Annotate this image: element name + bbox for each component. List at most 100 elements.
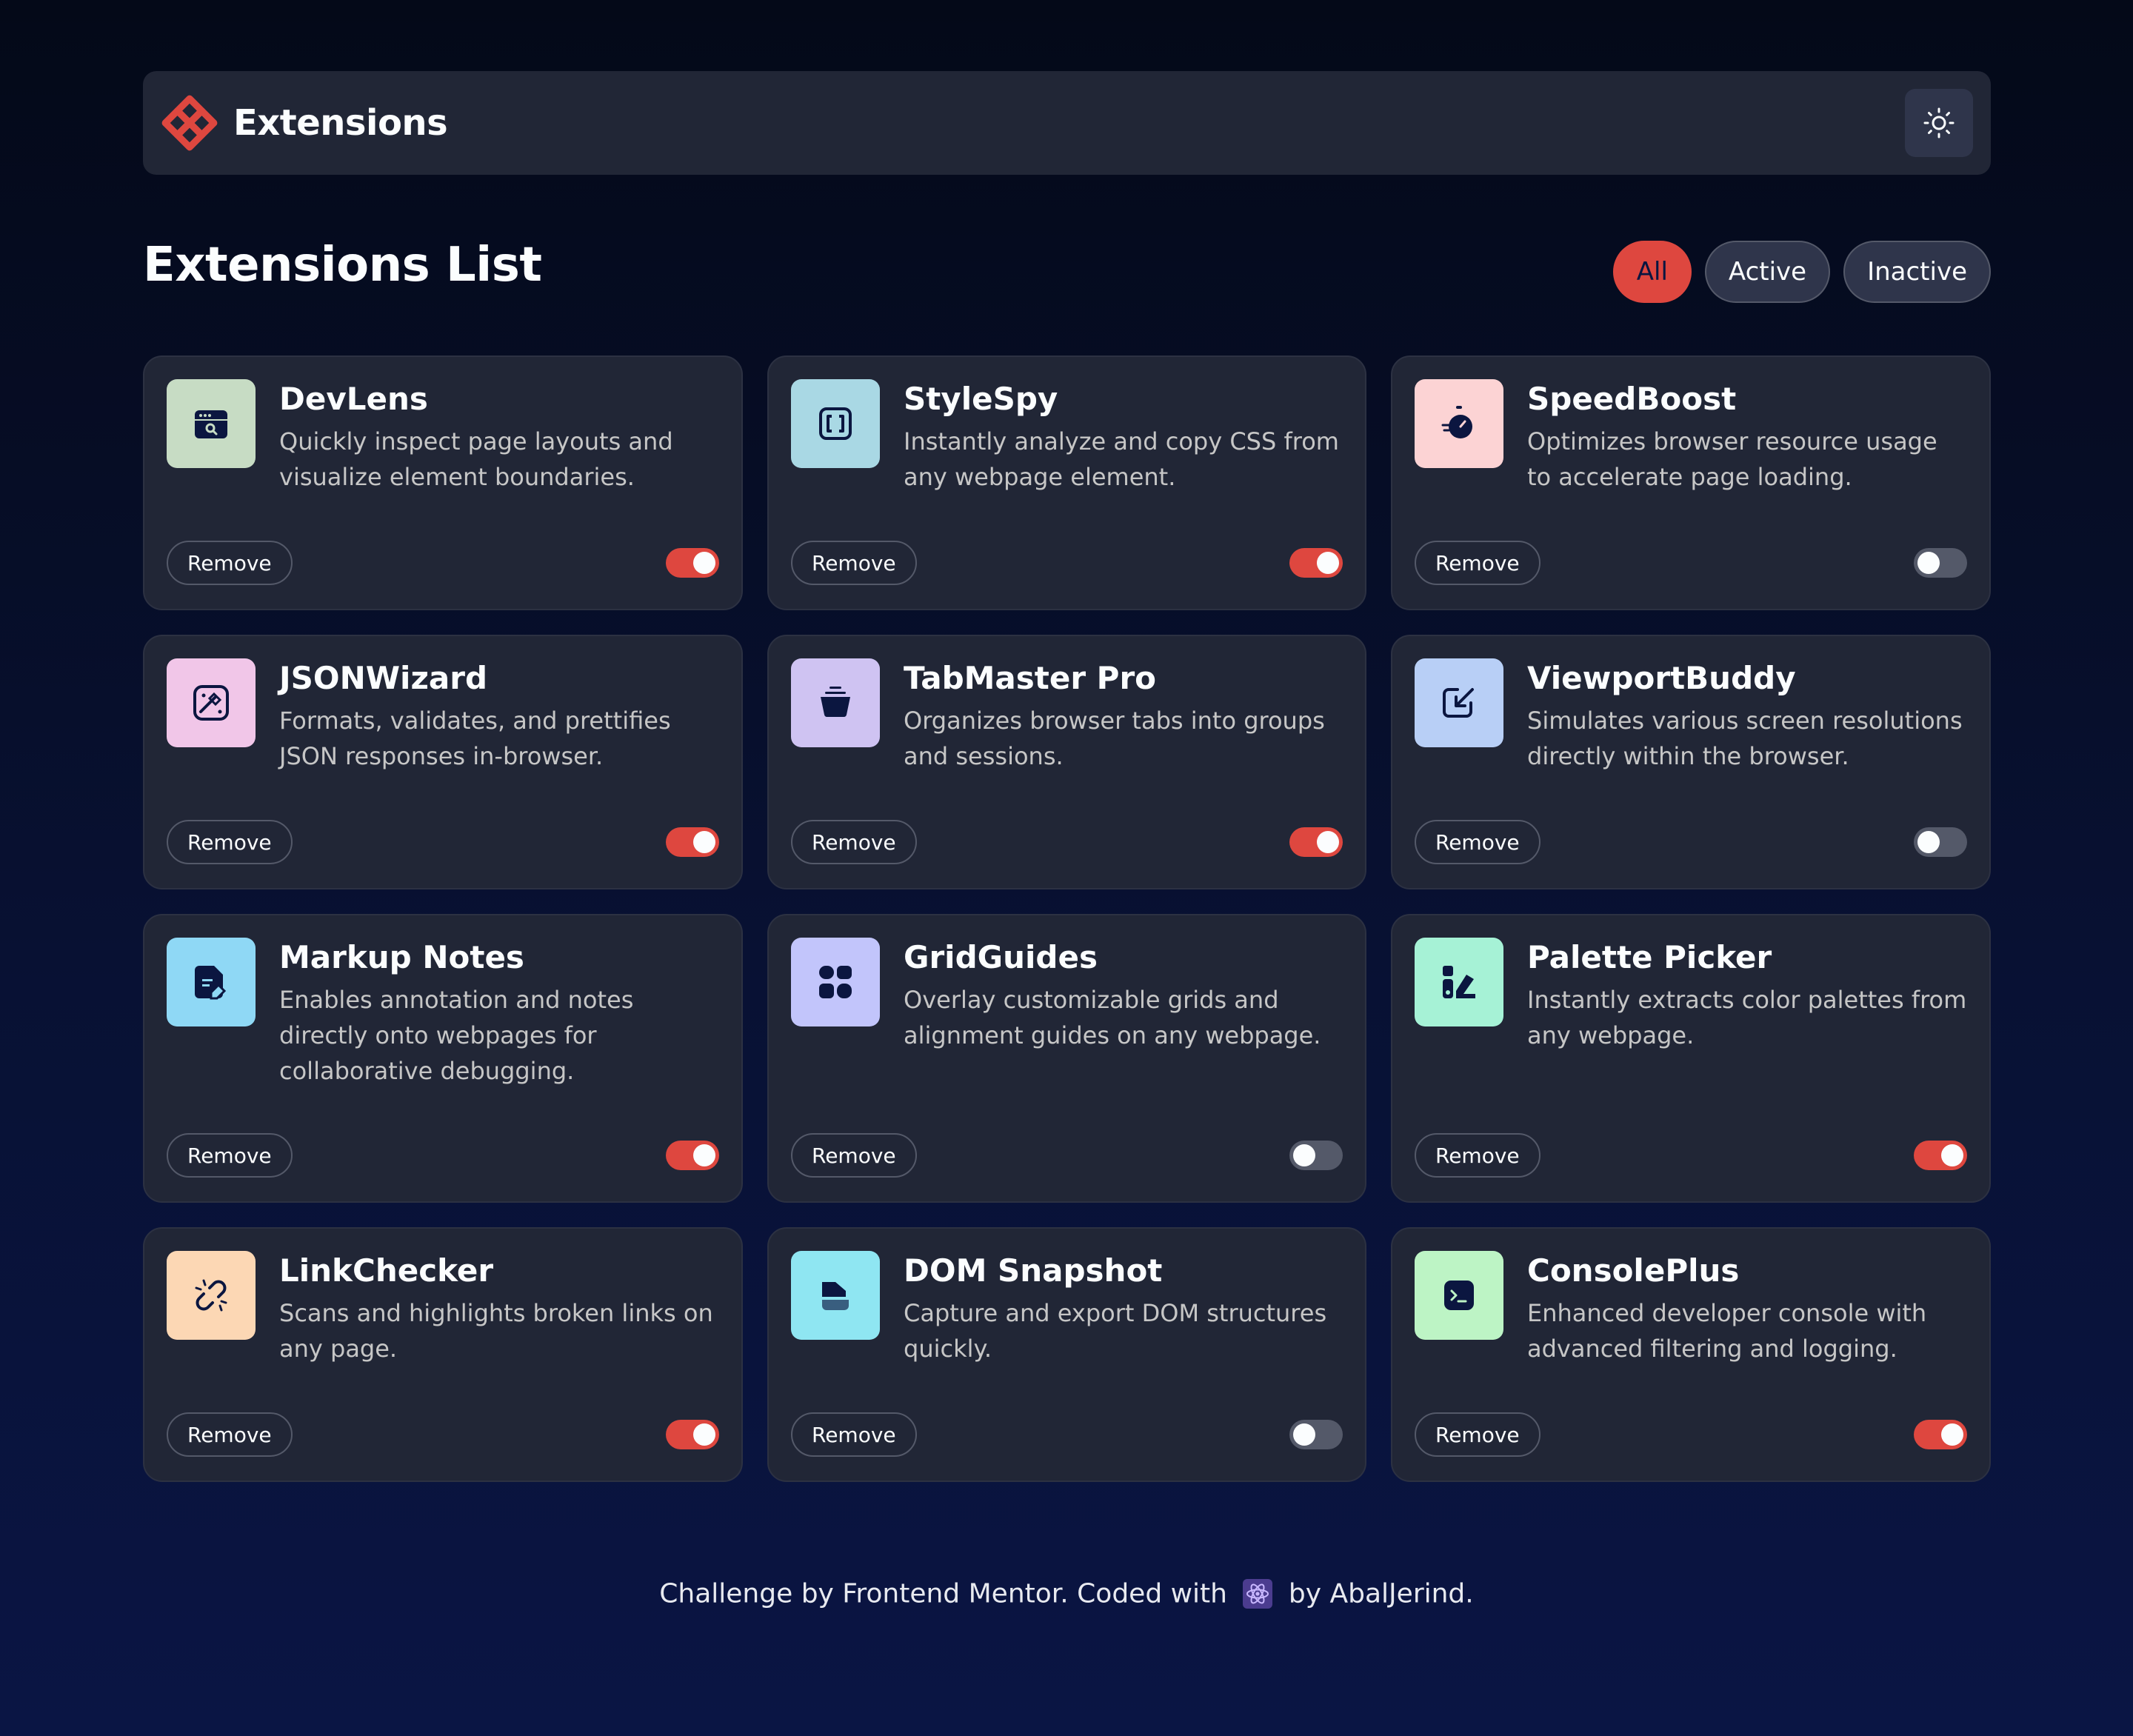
extension-icon-tile bbox=[167, 1251, 256, 1340]
extension-toggle[interactable] bbox=[1289, 1141, 1343, 1170]
extension-description: Formats, validates, and prettifies JSON … bbox=[279, 707, 671, 770]
extension-name: LinkChecker bbox=[279, 1252, 494, 1289]
toggle-knob bbox=[1317, 552, 1339, 574]
extension-name: DevLens bbox=[279, 381, 428, 417]
extension-toggle[interactable] bbox=[1914, 1420, 1967, 1449]
extension-name: Markup Notes bbox=[279, 939, 524, 975]
stack-icon bbox=[821, 687, 850, 718]
extension-description: Overlay customizable grids and alignment… bbox=[904, 986, 1321, 1049]
extension-icon-tile bbox=[167, 938, 256, 1026]
toggle-knob bbox=[1917, 552, 1940, 574]
toggle-knob bbox=[1317, 831, 1339, 853]
extension-card: JSONWizard Formats, validates, and pretti… bbox=[143, 635, 743, 889]
extension-description: Quickly inspect page layouts and visuali… bbox=[279, 427, 673, 491]
toggle-knob bbox=[1917, 831, 1940, 853]
extension-description: Optimizes browser resource usage to acce… bbox=[1527, 427, 1937, 491]
extension-toggle[interactable] bbox=[666, 1420, 719, 1449]
snapshot-icon bbox=[822, 1282, 849, 1310]
extension-description: Capture and export DOM structures quickl… bbox=[904, 1299, 1327, 1363]
extension-toggle[interactable] bbox=[1914, 827, 1967, 857]
remove-button[interactable]: Remove bbox=[791, 820, 917, 864]
header-bar: Extensions bbox=[143, 71, 1991, 175]
toggle-knob bbox=[1941, 1144, 1963, 1166]
extension-name: GridGuides bbox=[904, 939, 1098, 975]
remove-button[interactable]: Remove bbox=[791, 541, 917, 585]
extension-card: ViewportBuddy Simulates various screen re… bbox=[1391, 635, 1991, 889]
extension-toggle[interactable] bbox=[666, 1141, 719, 1170]
brand: Extensions bbox=[159, 93, 448, 153]
extension-name: ViewportBuddy bbox=[1527, 660, 1796, 696]
brackets-icon bbox=[819, 407, 852, 440]
react-icon bbox=[1243, 1579, 1273, 1609]
extension-card: SpeedBoost Optimizes browser resource usa… bbox=[1391, 355, 1991, 610]
extension-name: Palette Picker bbox=[1527, 939, 1772, 975]
extension-icon-tile bbox=[1415, 658, 1503, 747]
stopwatch-icon bbox=[1441, 406, 1472, 438]
resize-arrow-icon bbox=[1443, 688, 1474, 718]
extension-name: StyleSpy bbox=[904, 381, 1058, 417]
extension-description: Enhanced developer console with advanced… bbox=[1527, 1299, 1927, 1363]
theme-toggle-button[interactable] bbox=[1905, 89, 1973, 157]
extension-card: TabMaster Pro Organizes browser tabs into… bbox=[767, 635, 1366, 889]
footer-text-after: by AbalJerind. bbox=[1288, 1578, 1474, 1609]
note-pen-icon bbox=[195, 966, 227, 1000]
extension-card: GridGuides Overlay customizable grids and… bbox=[767, 914, 1366, 1203]
extension-toggle[interactable] bbox=[1914, 548, 1967, 578]
toggle-knob bbox=[693, 831, 715, 853]
extension-toggle[interactable] bbox=[1289, 1420, 1343, 1449]
extension-name: JSONWizard bbox=[279, 660, 488, 696]
filter-inactive-button[interactable]: Inactive bbox=[1843, 241, 1991, 303]
toggle-knob bbox=[1293, 1423, 1315, 1446]
remove-button[interactable]: Remove bbox=[791, 1133, 917, 1178]
extension-toggle[interactable] bbox=[1914, 1141, 1967, 1170]
remove-button[interactable]: Remove bbox=[1415, 541, 1540, 585]
extension-card: DevLens Quickly inspect page layouts and … bbox=[143, 355, 743, 610]
remove-button[interactable]: Remove bbox=[791, 1412, 917, 1457]
extension-icon-tile bbox=[791, 379, 880, 468]
extension-toggle[interactable] bbox=[666, 548, 719, 578]
extension-description: Scans and highlights broken links on any… bbox=[279, 1299, 713, 1363]
extension-icon-tile bbox=[1415, 1251, 1503, 1340]
extension-toggle[interactable] bbox=[666, 827, 719, 857]
extension-card: Markup Notes Enables annotation and notes… bbox=[143, 914, 743, 1203]
extension-card: DOM Snapshot Capture and export DOM struc… bbox=[767, 1227, 1366, 1482]
extension-card: ConsolePlus Enhanced developer console wi… bbox=[1391, 1227, 1991, 1482]
sun-icon bbox=[1923, 107, 1955, 138]
magic-wand-icon bbox=[193, 685, 229, 721]
extension-card: Palette Picker Instantly extracts color p… bbox=[1391, 914, 1991, 1203]
extension-toggle[interactable] bbox=[1289, 827, 1343, 857]
page-title: Extensions List bbox=[143, 238, 542, 293]
extension-card: LinkChecker Scans and highlights broken l… bbox=[143, 1227, 743, 1482]
extension-icon-tile bbox=[167, 658, 256, 747]
palette-icon bbox=[1443, 966, 1475, 998]
extension-description: Instantly analyze and copy CSS from any … bbox=[904, 427, 1339, 491]
extension-description: Simulates various screen resolutions dir… bbox=[1527, 707, 1963, 770]
extension-card: StyleSpy Instantly analyze and copy CSS f… bbox=[767, 355, 1366, 610]
toggle-knob bbox=[693, 1144, 715, 1166]
grid-icon bbox=[819, 966, 852, 998]
logo-icon bbox=[161, 95, 218, 151]
extension-icon-tile bbox=[791, 658, 880, 747]
filter-active-button[interactable]: Active bbox=[1704, 241, 1831, 303]
extension-description: Instantly extracts color palettes from a… bbox=[1527, 986, 1967, 1049]
toggle-knob bbox=[1293, 1144, 1315, 1166]
extension-name: ConsolePlus bbox=[1527, 1252, 1740, 1289]
broken-link-icon bbox=[195, 1279, 227, 1312]
browser-search-icon bbox=[195, 410, 227, 438]
brand-name: Extensions bbox=[233, 102, 448, 144]
terminal-icon bbox=[1444, 1281, 1474, 1310]
remove-button[interactable]: Remove bbox=[167, 541, 293, 585]
remove-button[interactable]: Remove bbox=[167, 1412, 293, 1457]
extension-toggle[interactable] bbox=[1289, 548, 1343, 578]
remove-button[interactable]: Remove bbox=[1415, 1133, 1540, 1178]
remove-button[interactable]: Remove bbox=[1415, 820, 1540, 864]
filter-all-button[interactable]: All bbox=[1612, 241, 1692, 303]
remove-button[interactable]: Remove bbox=[167, 820, 293, 864]
remove-button[interactable]: Remove bbox=[167, 1133, 293, 1178]
extension-icon-tile bbox=[167, 379, 256, 468]
remove-button[interactable]: Remove bbox=[1415, 1412, 1540, 1457]
footer-text-before: Challenge by Frontend Mentor. Coded with bbox=[659, 1578, 1227, 1609]
extension-name: DOM Snapshot bbox=[904, 1252, 1163, 1289]
extension-name: SpeedBoost bbox=[1527, 381, 1737, 417]
extension-description: Enables annotation and notes directly on… bbox=[279, 986, 634, 1085]
